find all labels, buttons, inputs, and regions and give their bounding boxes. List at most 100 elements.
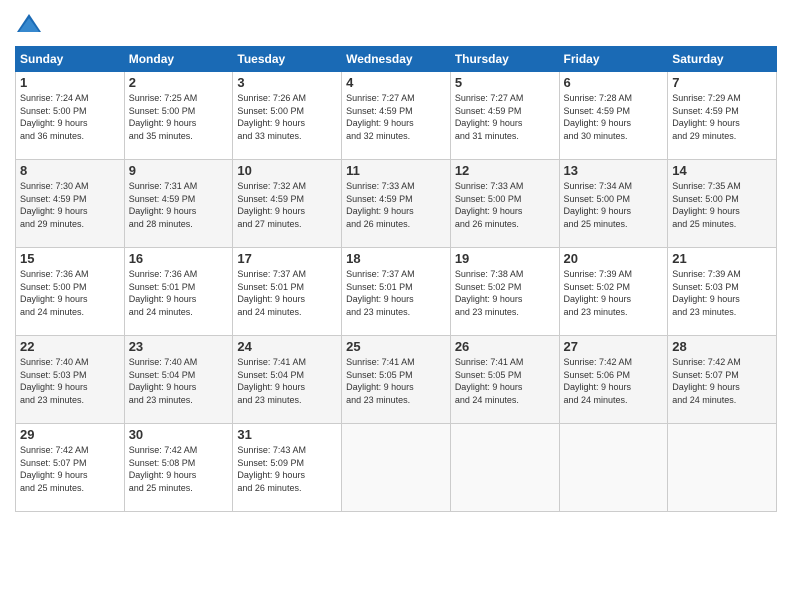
day-info: Sunrise: 7:28 AM Sunset: 4:59 PM Dayligh… [564,92,664,142]
day-info: Sunrise: 7:36 AM Sunset: 5:00 PM Dayligh… [20,268,120,318]
day-info: Sunrise: 7:40 AM Sunset: 5:04 PM Dayligh… [129,356,229,406]
day-info: Sunrise: 7:27 AM Sunset: 4:59 PM Dayligh… [346,92,446,142]
logo-icon [15,10,43,38]
day-number: 1 [20,75,120,90]
calendar-cell: 23 Sunrise: 7:40 AM Sunset: 5:04 PM Dayli… [124,336,233,424]
day-number: 11 [346,163,446,178]
calendar-cell [668,424,777,512]
day-info: Sunrise: 7:41 AM Sunset: 5:05 PM Dayligh… [346,356,446,406]
calendar-cell: 1 Sunrise: 7:24 AM Sunset: 5:00 PM Daylig… [16,72,125,160]
calendar-cell: 10 Sunrise: 7:32 AM Sunset: 4:59 PM Dayli… [233,160,342,248]
calendar-cell: 14 Sunrise: 7:35 AM Sunset: 5:00 PM Dayli… [668,160,777,248]
calendar-cell: 12 Sunrise: 7:33 AM Sunset: 5:00 PM Dayli… [450,160,559,248]
calendar-cell: 4 Sunrise: 7:27 AM Sunset: 4:59 PM Daylig… [342,72,451,160]
day-info: Sunrise: 7:39 AM Sunset: 5:03 PM Dayligh… [672,268,772,318]
day-info: Sunrise: 7:43 AM Sunset: 5:09 PM Dayligh… [237,444,337,494]
day-info: Sunrise: 7:27 AM Sunset: 4:59 PM Dayligh… [455,92,555,142]
day-info: Sunrise: 7:26 AM Sunset: 5:00 PM Dayligh… [237,92,337,142]
calendar-cell: 24 Sunrise: 7:41 AM Sunset: 5:04 PM Dayli… [233,336,342,424]
day-number: 9 [129,163,229,178]
day-info: Sunrise: 7:30 AM Sunset: 4:59 PM Dayligh… [20,180,120,230]
calendar-cell: 19 Sunrise: 7:38 AM Sunset: 5:02 PM Dayli… [450,248,559,336]
page: SundayMondayTuesdayWednesdayThursdayFrid… [0,0,792,612]
weekday-header: Wednesday [342,47,451,72]
day-number: 13 [564,163,664,178]
calendar-cell: 7 Sunrise: 7:29 AM Sunset: 4:59 PM Daylig… [668,72,777,160]
day-info: Sunrise: 7:33 AM Sunset: 4:59 PM Dayligh… [346,180,446,230]
day-number: 25 [346,339,446,354]
calendar-cell: 21 Sunrise: 7:39 AM Sunset: 5:03 PM Dayli… [668,248,777,336]
day-info: Sunrise: 7:42 AM Sunset: 5:06 PM Dayligh… [564,356,664,406]
day-info: Sunrise: 7:25 AM Sunset: 5:00 PM Dayligh… [129,92,229,142]
day-number: 20 [564,251,664,266]
calendar-table: SundayMondayTuesdayWednesdayThursdayFrid… [15,46,777,512]
day-info: Sunrise: 7:24 AM Sunset: 5:00 PM Dayligh… [20,92,120,142]
calendar-cell: 18Sunrise: 7:37 AM Sunset: 5:01 PM Dayli… [342,248,451,336]
day-number: 30 [129,427,229,442]
calendar-cell: 22Sunrise: 7:40 AM Sunset: 5:03 PM Dayli… [16,336,125,424]
weekday-header: Tuesday [233,47,342,72]
day-number: 14 [672,163,772,178]
day-info: Sunrise: 7:37 AM Sunset: 5:01 PM Dayligh… [346,268,446,318]
calendar-cell: 16 Sunrise: 7:36 AM Sunset: 5:01 PM Dayli… [124,248,233,336]
calendar-cell: 27 Sunrise: 7:42 AM Sunset: 5:06 PM Dayli… [559,336,668,424]
calendar-cell: 26Sunrise: 7:41 AM Sunset: 5:05 PM Dayli… [450,336,559,424]
calendar-week-row: 1 Sunrise: 7:24 AM Sunset: 5:00 PM Daylig… [16,72,777,160]
day-info: Sunrise: 7:34 AM Sunset: 5:00 PM Dayligh… [564,180,664,230]
day-number: 15 [20,251,120,266]
weekday-header: Friday [559,47,668,72]
day-number: 26 [455,339,555,354]
calendar-cell [342,424,451,512]
day-number: 23 [129,339,229,354]
header [15,10,777,38]
calendar-cell: 11 Sunrise: 7:33 AM Sunset: 4:59 PM Dayli… [342,160,451,248]
day-info: Sunrise: 7:40 AM Sunset: 5:03 PM Dayligh… [20,356,120,406]
calendar-week-row: 22Sunrise: 7:40 AM Sunset: 5:03 PM Dayli… [16,336,777,424]
day-number: 21 [672,251,772,266]
day-info: Sunrise: 7:36 AM Sunset: 5:01 PM Dayligh… [129,268,229,318]
day-number: 10 [237,163,337,178]
calendar-cell: 25 Sunrise: 7:41 AM Sunset: 5:05 PM Dayli… [342,336,451,424]
day-number: 19 [455,251,555,266]
weekday-header: Saturday [668,47,777,72]
day-info: Sunrise: 7:35 AM Sunset: 5:00 PM Dayligh… [672,180,772,230]
day-number: 8 [20,163,120,178]
day-number: 4 [346,75,446,90]
weekday-header: Monday [124,47,233,72]
day-info: Sunrise: 7:33 AM Sunset: 5:00 PM Dayligh… [455,180,555,230]
day-info: Sunrise: 7:42 AM Sunset: 5:07 PM Dayligh… [672,356,772,406]
day-info: Sunrise: 7:31 AM Sunset: 4:59 PM Dayligh… [129,180,229,230]
weekday-header: Sunday [16,47,125,72]
calendar-cell: 6 Sunrise: 7:28 AM Sunset: 4:59 PM Daylig… [559,72,668,160]
day-number: 28 [672,339,772,354]
day-number: 7 [672,75,772,90]
day-number: 31 [237,427,337,442]
calendar-week-row: 29Sunrise: 7:42 AM Sunset: 5:07 PM Dayli… [16,424,777,512]
calendar-cell: 28 Sunrise: 7:42 AM Sunset: 5:07 PM Dayli… [668,336,777,424]
day-number: 12 [455,163,555,178]
day-number: 24 [237,339,337,354]
calendar-cell: 13 Sunrise: 7:34 AM Sunset: 5:00 PM Dayli… [559,160,668,248]
day-number: 29 [20,427,120,442]
weekday-header-row: SundayMondayTuesdayWednesdayThursdayFrid… [16,47,777,72]
calendar-cell: 5Sunrise: 7:27 AM Sunset: 4:59 PM Daylig… [450,72,559,160]
day-number: 16 [129,251,229,266]
calendar-cell: 2 Sunrise: 7:25 AM Sunset: 5:00 PM Daylig… [124,72,233,160]
calendar-cell: 15 Sunrise: 7:36 AM Sunset: 5:00 PM Dayli… [16,248,125,336]
logo [15,10,47,38]
day-number: 27 [564,339,664,354]
calendar-cell [450,424,559,512]
calendar-week-row: 8 Sunrise: 7:30 AM Sunset: 4:59 PM Daylig… [16,160,777,248]
day-info: Sunrise: 7:38 AM Sunset: 5:02 PM Dayligh… [455,268,555,318]
day-info: Sunrise: 7:41 AM Sunset: 5:04 PM Dayligh… [237,356,337,406]
calendar-cell: 9 Sunrise: 7:31 AM Sunset: 4:59 PM Daylig… [124,160,233,248]
calendar-cell: 20Sunrise: 7:39 AM Sunset: 5:02 PM Dayli… [559,248,668,336]
day-info: Sunrise: 7:29 AM Sunset: 4:59 PM Dayligh… [672,92,772,142]
day-number: 2 [129,75,229,90]
day-info: Sunrise: 7:37 AM Sunset: 5:01 PM Dayligh… [237,268,337,318]
calendar-cell: 8 Sunrise: 7:30 AM Sunset: 4:59 PM Daylig… [16,160,125,248]
day-info: Sunrise: 7:42 AM Sunset: 5:08 PM Dayligh… [129,444,229,494]
day-number: 6 [564,75,664,90]
weekday-header: Thursday [450,47,559,72]
day-info: Sunrise: 7:32 AM Sunset: 4:59 PM Dayligh… [237,180,337,230]
